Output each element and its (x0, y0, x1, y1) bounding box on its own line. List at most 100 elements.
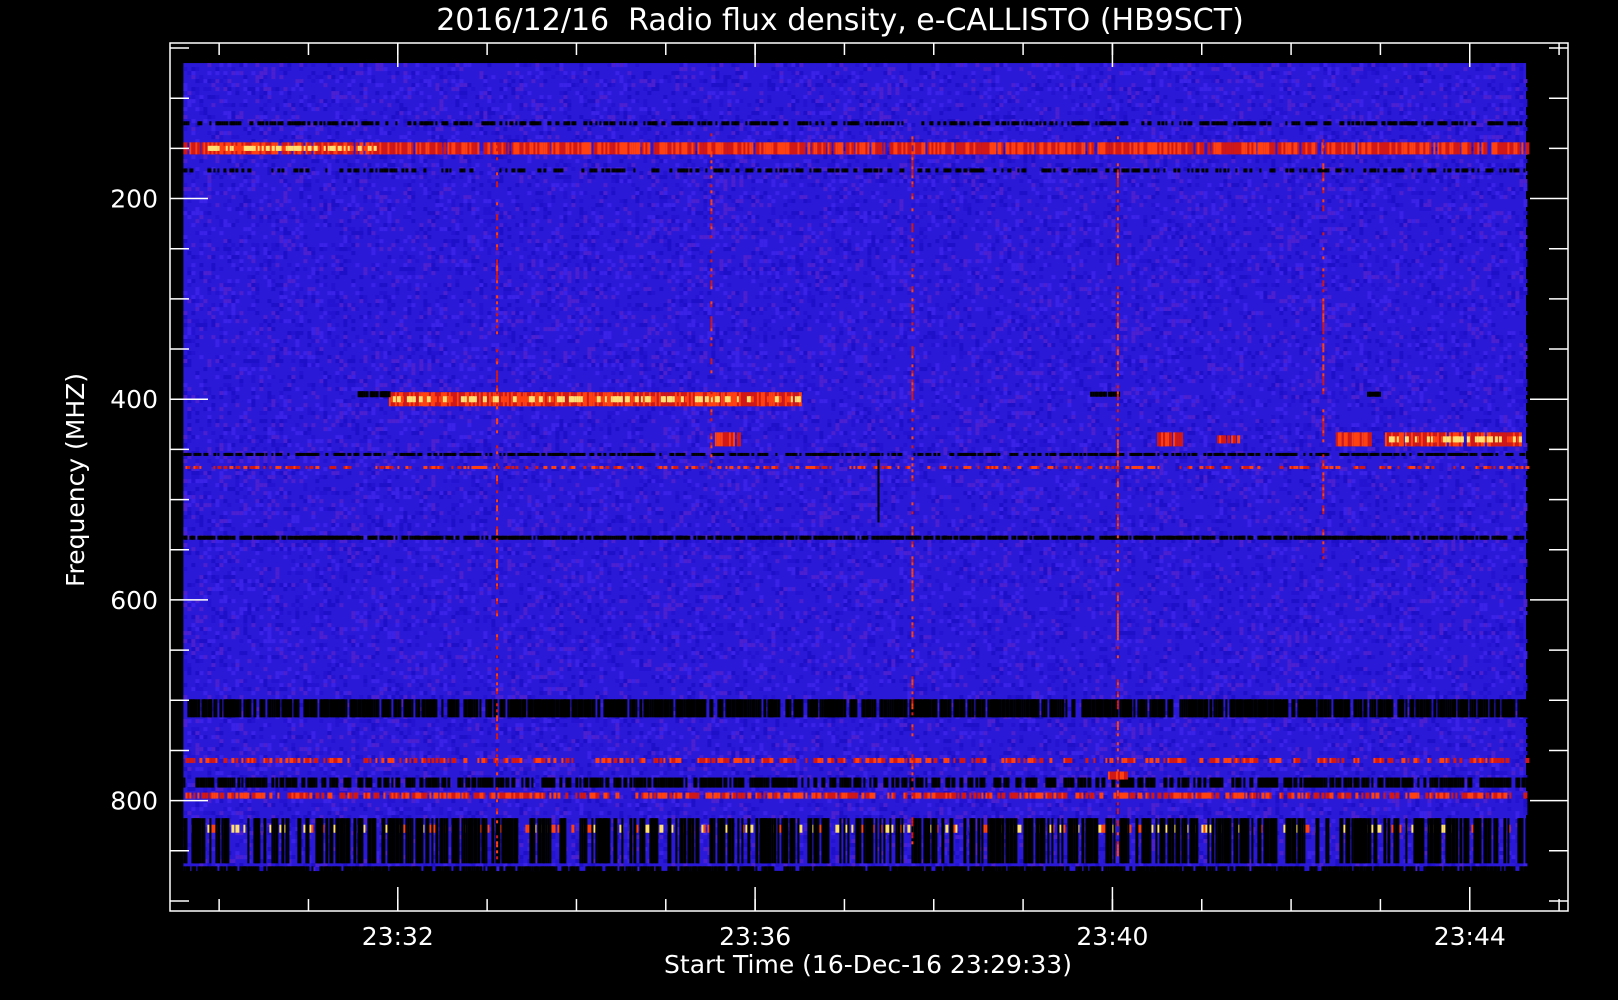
noise-cell (491, 163, 495, 167)
noise-cell (1163, 67, 1167, 71)
noise-cell (1455, 215, 1459, 219)
noise-cell (339, 91, 343, 95)
noise-cell (895, 215, 899, 219)
noise-cell (1359, 175, 1363, 179)
noise-cell (691, 91, 695, 95)
noise-cell (563, 83, 567, 87)
noise-cell (203, 223, 207, 227)
noise-cell (199, 99, 203, 103)
noise-cell (739, 71, 743, 75)
noise-cell (303, 155, 307, 159)
noise-cell (1315, 199, 1319, 203)
noise-cell (971, 195, 975, 199)
noise-cell (1287, 123, 1291, 127)
noise-cell (1167, 63, 1171, 67)
noise-cell (283, 87, 287, 91)
noise-cell (343, 67, 347, 71)
noise-cell (1075, 155, 1079, 159)
noise-cell (739, 179, 743, 183)
noise-cell (1179, 211, 1183, 215)
noise-cell (1443, 203, 1447, 207)
noise-cell (863, 163, 867, 167)
noise-cell (259, 127, 263, 131)
noise-cell (451, 79, 455, 83)
noise-cell (199, 103, 203, 107)
noise-cell (1331, 175, 1335, 179)
noise-cell (743, 75, 747, 79)
noise-cell (751, 159, 755, 163)
noise-cell (1107, 95, 1111, 99)
noise-cell (615, 111, 619, 115)
noise-cell (567, 163, 571, 167)
noise-cell (735, 163, 739, 167)
noise-cell (695, 107, 699, 111)
noise-cell (1035, 179, 1039, 183)
noise-cell (1191, 87, 1195, 91)
noise-cell (1363, 191, 1367, 195)
noise-cell (1307, 183, 1311, 187)
noise-cell (355, 99, 359, 103)
noise-cell (335, 95, 339, 99)
noise-cell (427, 219, 431, 223)
noise-cell (1179, 99, 1183, 103)
noise-cell (675, 115, 679, 119)
noise-cell (1331, 107, 1335, 111)
noise-cell (1423, 163, 1427, 167)
noise-cell (1175, 99, 1179, 103)
noise-cell (1291, 163, 1295, 167)
noise-cell (563, 203, 567, 207)
noise-cell (287, 163, 291, 167)
noise-cell (1459, 159, 1463, 163)
noise-cell (1207, 135, 1211, 139)
noise-cell (207, 95, 211, 99)
noise-cell (659, 195, 663, 199)
noise-cell (1155, 207, 1159, 211)
noise-cell (563, 219, 567, 223)
noise-cell (263, 87, 267, 91)
noise-cell (791, 103, 795, 107)
noise-cell (1435, 175, 1439, 179)
noise-cell (331, 179, 335, 183)
noise-cell (239, 111, 243, 115)
noise-cell (567, 79, 571, 83)
noise-cell (1411, 219, 1415, 223)
noise-cell (935, 91, 939, 95)
noise-cell (255, 179, 259, 183)
noise-cell (239, 211, 243, 215)
noise-cell (1075, 211, 1079, 215)
noise-cell (879, 131, 883, 135)
noise-cell (479, 171, 483, 175)
noise-cell (207, 115, 211, 119)
noise-cell (411, 179, 415, 183)
noise-cell (751, 199, 755, 203)
noise-cell (295, 127, 299, 131)
noise-cell (591, 223, 595, 227)
noise-cell (647, 187, 651, 191)
noise-cell (1375, 191, 1379, 195)
noise-cell (1495, 211, 1499, 215)
noise-cell (1479, 67, 1483, 71)
noise-cell (303, 187, 307, 191)
noise-cell (839, 179, 843, 183)
noise-cell (1407, 223, 1411, 227)
noise-cell (543, 119, 547, 123)
noise-cell (619, 159, 623, 163)
noise-cell (283, 211, 287, 215)
noise-cell (643, 71, 647, 75)
noise-cell (1267, 219, 1271, 223)
noise-cell (1463, 95, 1467, 99)
noise-cell (619, 107, 623, 111)
noise-cell (251, 91, 255, 95)
noise-cell (271, 163, 275, 167)
noise-cell (843, 127, 847, 131)
noise-cell (891, 135, 895, 139)
noise-cell (1339, 187, 1343, 191)
noise-cell (1159, 99, 1163, 103)
noise-cell (407, 111, 411, 115)
noise-cell (1479, 199, 1483, 203)
noise-cell (1239, 195, 1243, 199)
noise-cell (519, 63, 523, 67)
noise-cell (519, 207, 523, 211)
noise-cell (703, 175, 707, 179)
noise-cell (383, 163, 387, 167)
